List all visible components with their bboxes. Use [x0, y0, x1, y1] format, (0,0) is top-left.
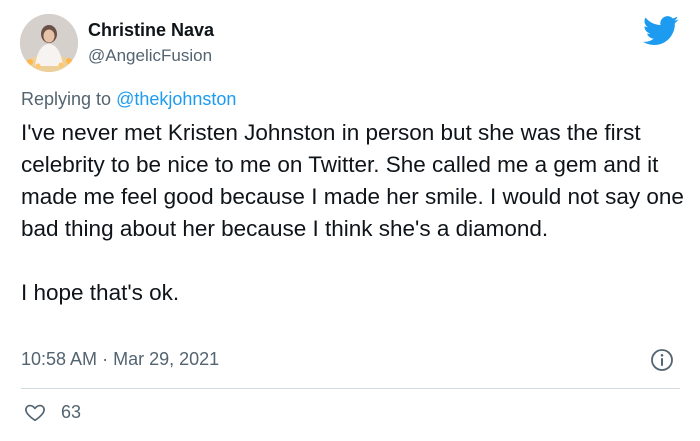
tweet-date: Mar 29, 2021	[113, 349, 220, 369]
replying-to-label: Replying to	[21, 89, 112, 109]
timestamp-separator: ·	[102, 349, 109, 369]
replying-to: Replying to @thekjohnston	[21, 87, 236, 111]
info-icon[interactable]	[650, 348, 674, 372]
like-button[interactable]: 63	[24, 400, 81, 424]
tweet-card: Christine Nava @AngelicFusion Replying t…	[0, 0, 700, 441]
tweet-paragraph: I've never met Kristen Johnston in perso…	[21, 120, 684, 241]
tweet-time: 10:58 AM	[21, 349, 98, 369]
tweet-paragraph: I hope that's ok.	[21, 280, 180, 305]
twitter-bird-icon[interactable]	[643, 16, 679, 46]
reply-mention-link[interactable]: @thekjohnston	[116, 89, 236, 109]
divider	[21, 388, 680, 389]
avatar[interactable]	[20, 14, 78, 72]
profile-photo	[20, 14, 78, 72]
heart-icon[interactable]	[24, 401, 46, 423]
tweet-text: I've never met Kristen Johnston in perso…	[21, 117, 686, 309]
like-count: 63	[61, 402, 82, 422]
tweet-timestamp[interactable]: 10:58 AM · Mar 29, 2021	[21, 347, 219, 371]
user-handle[interactable]: @AngelicFusion	[88, 45, 212, 67]
display-name[interactable]: Christine Nava	[88, 19, 214, 41]
